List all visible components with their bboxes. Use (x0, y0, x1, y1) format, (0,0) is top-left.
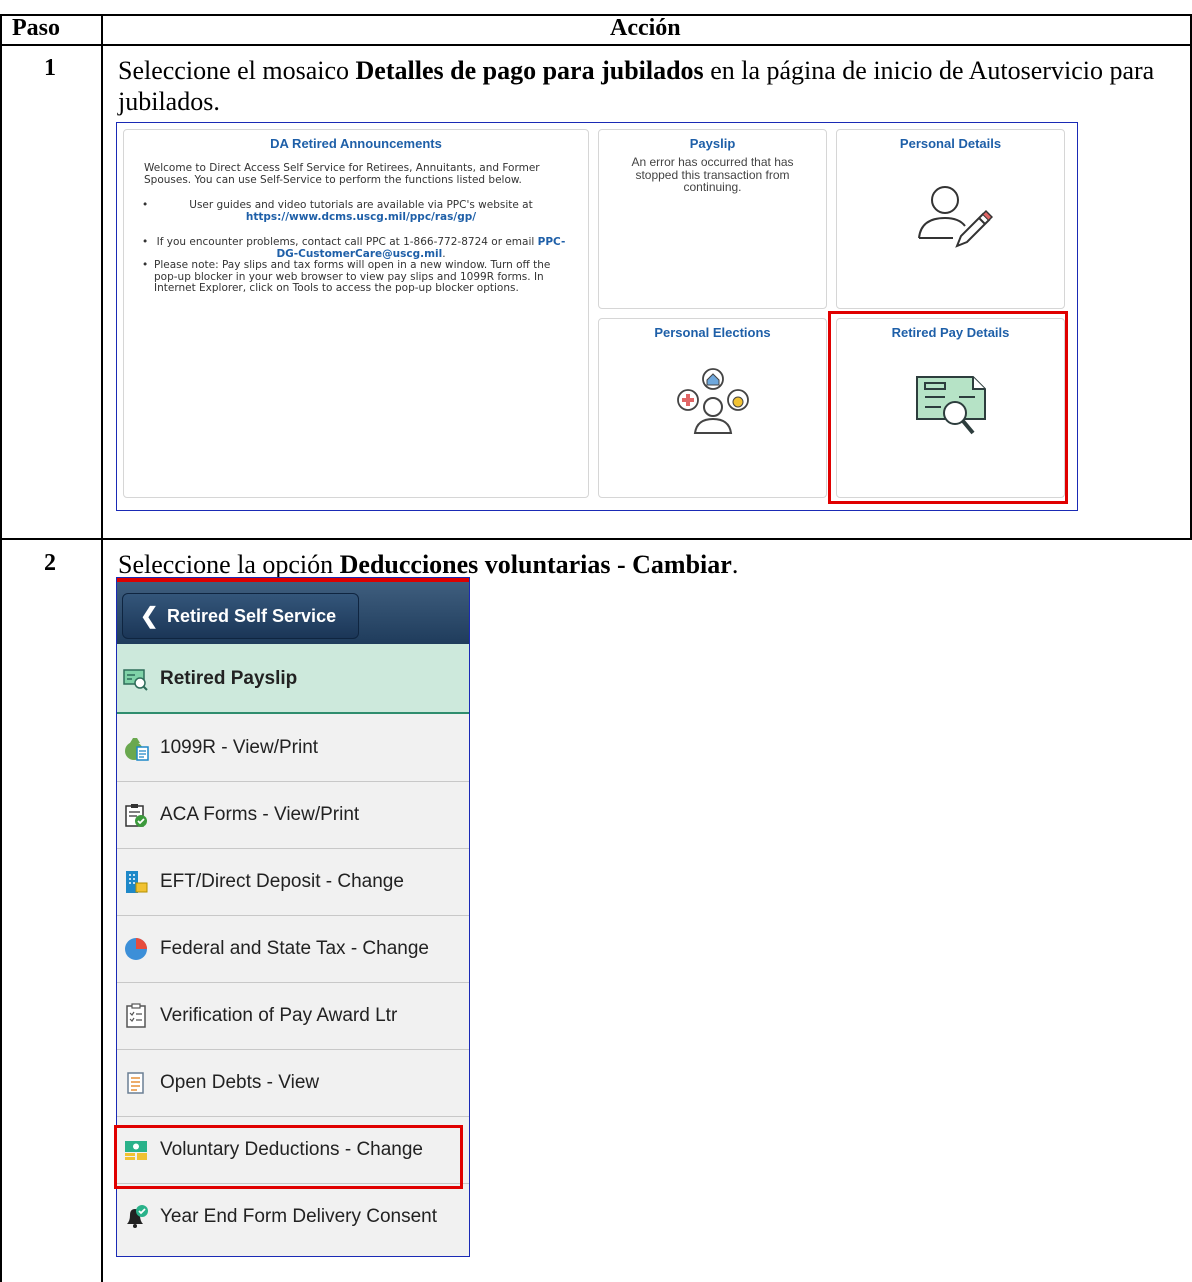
instruction-text: Seleccione la opción (118, 550, 340, 579)
table-column-rule (101, 14, 103, 1282)
tile-title: DA Retired Announcements (270, 136, 442, 151)
announcement-bullet: If you encounter problems, contact call … (142, 236, 568, 260)
pie-chart-icon (125, 938, 147, 960)
payslip-tile[interactable]: Payslip An error has occurred that has s… (598, 129, 827, 309)
col-action-header: Acción (610, 15, 681, 41)
menu-item-retired-payslip[interactable]: Retired Payslip (117, 644, 469, 714)
menu-item-label: Year End Form Delivery Consent (160, 1206, 438, 1227)
col-step-header: Paso (12, 15, 60, 41)
menu-item-aca-forms[interactable]: ACA Forms - View/Print (117, 782, 469, 849)
menu-item-year-end-consent[interactable]: Year End Form Delivery Consent (117, 1184, 469, 1251)
clipboard-check-icon (125, 804, 147, 827)
person-edit-icon (918, 186, 993, 248)
personal-details-tile[interactable]: Personal Details (836, 129, 1065, 309)
payslip-icon (123, 669, 148, 691)
payslip-error-message: An error has occurred that has stopped t… (631, 155, 794, 194)
person-elections-icon (677, 368, 749, 434)
money-bag-icon (125, 738, 149, 761)
bank-icon (126, 871, 148, 893)
table-row-rule (0, 538, 1192, 540)
chevron-left-icon: ❮ (140, 603, 159, 628)
tile-title: Personal Elections (654, 325, 771, 340)
step-instruction: Seleccione el mosaico Detalles de pago p… (118, 55, 1178, 117)
announcement-bullet: Please note: Pay slips and tax forms wil… (142, 259, 568, 295)
tile-title: Payslip (689, 136, 736, 151)
table-border-top (0, 14, 1192, 16)
step-instruction: Seleccione la opción Deducciones volunta… (118, 549, 1178, 580)
table-border-left (0, 14, 2, 1282)
homepage-screenshot: DA Retired Announcements Welcome to Dire… (116, 122, 1078, 511)
menu-item-label: Open Debts - View (160, 1072, 320, 1093)
highlight-box (114, 1125, 463, 1189)
instruction-table: Paso Acción 1 Seleccione el mosaico Deta… (0, 0, 1192, 1282)
menu-item-label: 1099R - View/Print (160, 737, 319, 758)
checklist-icon (126, 1003, 146, 1028)
ppc-website-link[interactable]: https://www.dcms.uscg.mil/ppc/ras/gp/ (246, 211, 476, 223)
menu-item-eft[interactable]: EFT/Direct Deposit - Change (117, 849, 469, 916)
announcements-body: Welcome to Direct Access Self Service fo… (142, 162, 568, 295)
nav-header: ❮ Retired Self Service (117, 578, 469, 644)
bell-check-icon (127, 1205, 148, 1228)
menu-item-label: Federal and State Tax - Change (160, 938, 429, 959)
step-number: 2 (44, 550, 56, 576)
announcements-tile[interactable]: DA Retired Announcements Welcome to Dire… (123, 129, 589, 498)
personal-elections-tile[interactable]: Personal Elections (598, 318, 827, 498)
tile-title: Personal Details (899, 136, 1002, 151)
back-button[interactable]: ❮ Retired Self Service (122, 593, 359, 639)
instruction-text: . (731, 550, 739, 579)
document-list-icon (127, 1072, 144, 1094)
menu-item-open-debts[interactable]: Open Debts - View (117, 1050, 469, 1117)
menu-item-label: EFT/Direct Deposit - Change (160, 871, 404, 892)
menu-item-label: Retired Payslip (160, 668, 298, 689)
instruction-text: Seleccione el mosaico (118, 56, 356, 85)
instruction-emphasis: Detalles de pago para jubilados (355, 56, 704, 85)
announcement-intro: Welcome to Direct Access Self Service fo… (144, 162, 540, 186)
menu-item-tax[interactable]: Federal and State Tax - Change (117, 916, 469, 983)
menu-item-1099r[interactable]: 1099R - View/Print (117, 715, 469, 782)
announcement-bullet: User guides and video tutorials are avai… (142, 199, 568, 223)
menu-item-verification[interactable]: Verification of Pay Award Ltr (117, 983, 469, 1050)
highlight-box (828, 311, 1068, 504)
back-button-label: Retired Self Service (167, 606, 337, 626)
menu-item-label: Verification of Pay Award Ltr (160, 1005, 398, 1026)
step-number: 1 (44, 55, 56, 81)
table-header-rule (0, 44, 1192, 46)
menu-item-label: ACA Forms - View/Print (160, 804, 360, 825)
instruction-emphasis: Deducciones voluntarias - Cambiar (339, 550, 732, 579)
